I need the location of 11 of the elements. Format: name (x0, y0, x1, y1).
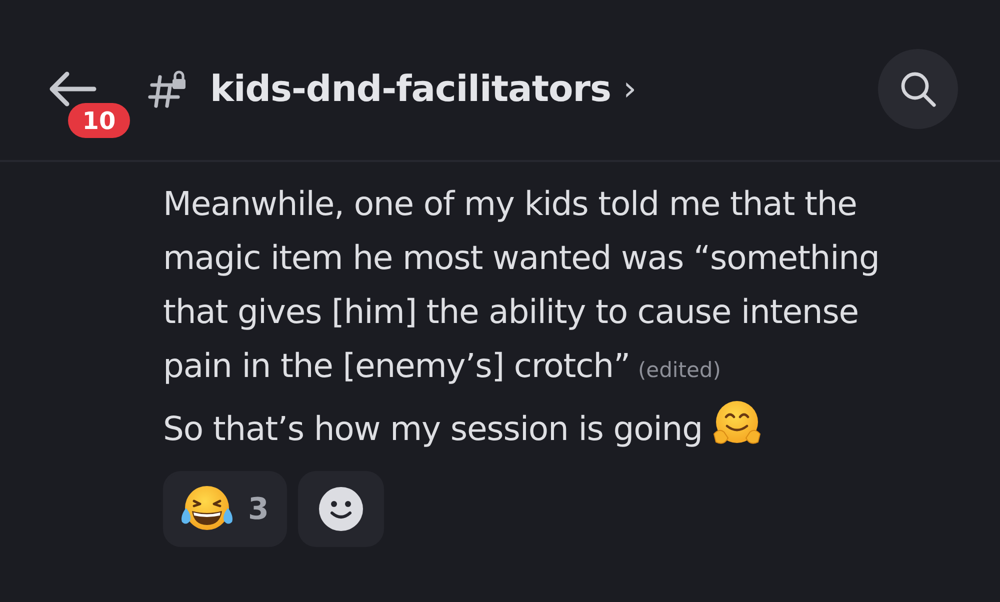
channel-name[interactable]: kids-dnd-facilitators (210, 68, 611, 110)
back-arrow-icon (48, 70, 98, 108)
unread-count-badge: 10 (68, 103, 130, 138)
chevron[interactable]: › (622, 72, 637, 106)
message-text: Meanwhile, one of my kids told me that the magic item he most wanted was “something that gives [him] the ability to cause intense pain in the [enemy’s] crotch” (edited) (163, 184, 880, 385)
smiley-icon (318, 487, 363, 531)
hash-lock-icon (148, 70, 188, 108)
reaction-button[interactable]: 3 (163, 471, 287, 547)
add-reaction-button[interactable] (298, 471, 384, 547)
back-button[interactable] (48, 70, 98, 108)
message-text: So that’s how my session is going (163, 409, 702, 448)
